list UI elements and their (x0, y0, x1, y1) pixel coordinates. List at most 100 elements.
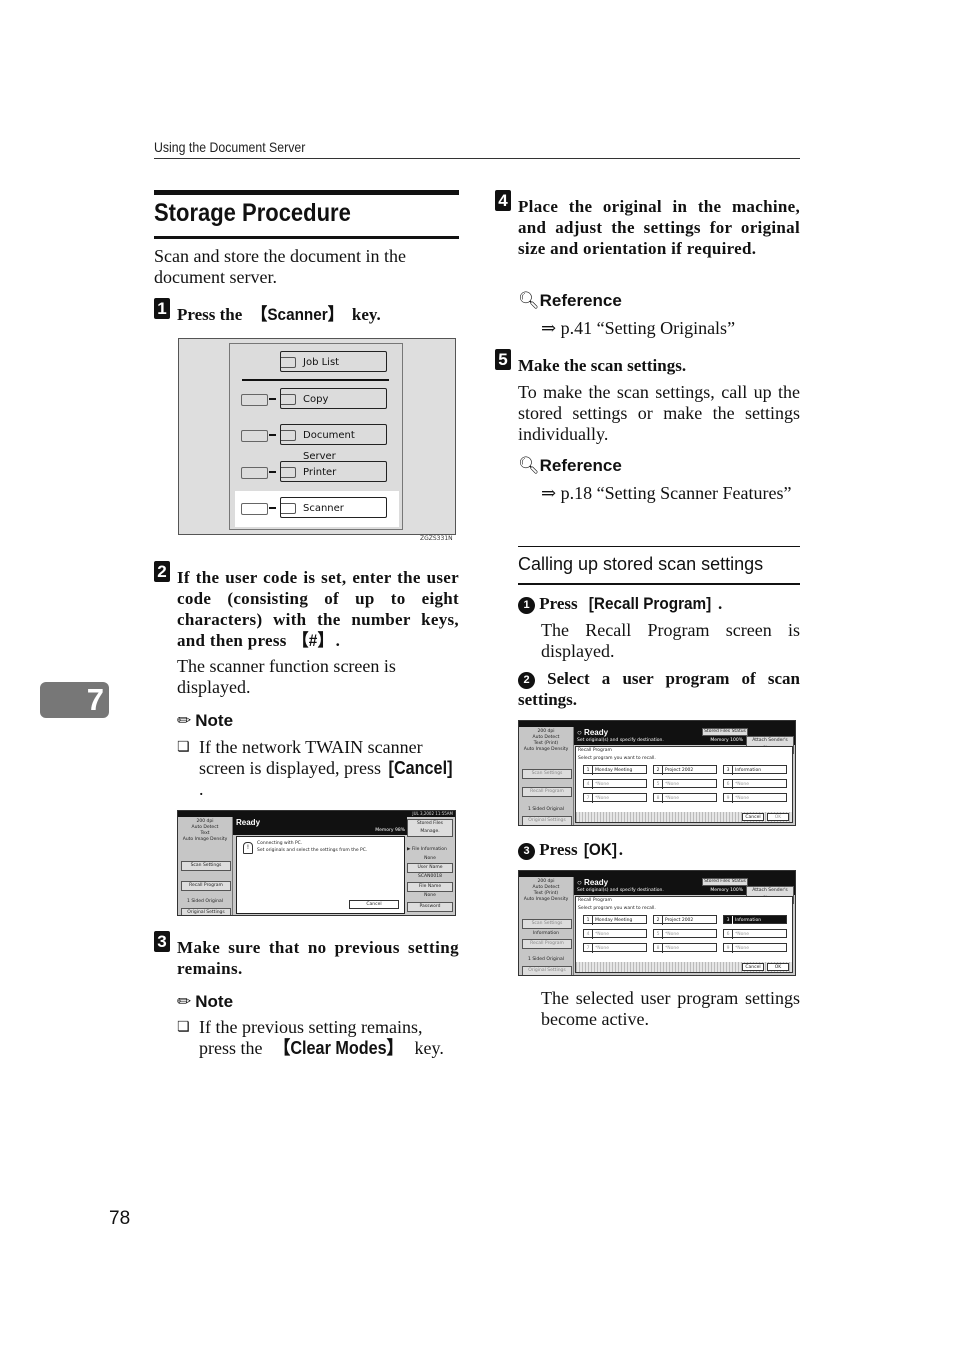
program-number: 9 (724, 794, 733, 803)
step-number-3: 3 (154, 931, 170, 952)
program-button[interactable]: 4 *None (583, 929, 647, 939)
info-icon: ! (243, 842, 253, 854)
original-sided-label: 1 Sided Original (187, 899, 223, 904)
status-subtitle: Set original(s) and specify destination. (577, 888, 664, 893)
program-number: 2 (654, 916, 663, 925)
key-panel-figure: Job List Copy Document Server Printer Sc… (178, 338, 456, 535)
program-number: 4 (584, 930, 593, 939)
program-number: 7 (584, 944, 593, 953)
dialog-cancel-button[interactable]: Cancel (349, 900, 399, 909)
user-name-button[interactable]: User Name (407, 863, 453, 873)
program-button[interactable]: 3 Information (723, 915, 787, 925)
program-button[interactable]: 3 Information (723, 765, 787, 775)
ok-button[interactable]: OK (767, 813, 789, 821)
program-button[interactable]: 9 *None (723, 793, 787, 803)
printer-indicator (241, 467, 268, 479)
program-name: *None (665, 946, 679, 951)
program-button[interactable]: 7 *None (583, 793, 647, 803)
reference-heading-1: 🔍︎Reference (518, 291, 622, 311)
scan-settings-button[interactable]: Scan Settings (522, 919, 572, 929)
program-button[interactable]: 5 *None (653, 779, 717, 789)
program-name: Project 2002 (665, 918, 694, 923)
scanner-key[interactable]: Scanner (280, 497, 387, 518)
dialog-line-2: Set originals and select the settings fr… (257, 848, 368, 853)
ok-key-label: [OK] (583, 840, 617, 859)
program-button[interactable]: 6 *None (723, 929, 787, 939)
figure-code: ZGZS331N (420, 535, 453, 542)
program-name: Monday Meeting (595, 768, 633, 773)
memory-readout: Memory 98% (375, 828, 405, 833)
page-title: Storage Procedure (154, 199, 351, 227)
chapter-tab: 7 (40, 682, 109, 718)
screen-left-pane: 200 dpi Auto Detect Text (Print) Auto Image… (519, 727, 574, 825)
recall-screen-figure: 200 dpi Auto Detect Text (Print) Auto Image… (518, 720, 796, 826)
program-name: *None (665, 796, 679, 801)
left-info: 200 dpi Auto Detect Text Auto Image Dens… (178, 817, 232, 843)
scan-settings-button[interactable]: Scan Settings (181, 861, 231, 871)
program-button[interactable]: 7 *None (583, 943, 647, 953)
cancel-button[interactable]: Cancel (742, 813, 764, 821)
substep-1-body: The Recall Program screen is displayed. (541, 620, 800, 661)
printer-connector (269, 471, 276, 473)
program-button[interactable]: 2 Project 2002 (653, 765, 717, 775)
reference-link-2[interactable]: ⇒ p.18 “Setting Scanner Features” (541, 483, 800, 504)
program-button[interactable]: 9 *None (723, 943, 787, 953)
program-number: 4 (584, 780, 593, 789)
program-button[interactable]: 2 Project 2002 (653, 915, 717, 925)
subsection-title: Calling up stored scan settings (518, 554, 764, 574)
printer-key[interactable]: Printer (280, 461, 387, 482)
closing-text: The selected user program settings becom… (541, 988, 800, 1029)
stored-files-status-button[interactable]: Stored Files Status (702, 878, 748, 886)
program-number: 5 (654, 930, 663, 939)
document-server-connector (269, 434, 276, 436)
program-button[interactable]: 8 *None (653, 943, 717, 953)
note-item-2: ❏ If the previous setting remains, press… (177, 1017, 459, 1059)
program-name: *None (595, 796, 609, 801)
program-name: *None (735, 946, 749, 951)
dialog-line-1: Connecting with PC. (257, 841, 303, 846)
program-name: *None (595, 932, 609, 937)
document-server-key[interactable]: Document Server (280, 424, 387, 462)
file-name-value: SCAN0018 (418, 874, 442, 879)
cancel-button[interactable]: Cancel (742, 963, 764, 971)
scan-settings-button[interactable]: Scan Settings (522, 769, 572, 779)
step-number-4: 4 (495, 190, 511, 211)
step-4-text: Place the original in the machine, and a… (518, 197, 800, 258)
job-list-key[interactable]: Job List (280, 351, 387, 372)
recall-program-button[interactable]: Recall Program (522, 787, 572, 797)
cancel-key-label: [Cancel] (389, 758, 453, 778)
program-button[interactable]: 4 *None (583, 779, 647, 789)
reference-title: Reference (539, 291, 622, 310)
substep-3-pre: Press (539, 840, 582, 859)
program-button[interactable]: 1 Monday Meeting (583, 915, 647, 925)
stored-files-button[interactable]: Stored Files Manage. (407, 819, 453, 837)
subsection-bottom-rule (518, 583, 800, 585)
program-number: 3 (724, 766, 733, 775)
program-button[interactable]: 6 *None (723, 779, 787, 789)
recall-program-button[interactable]: Recall Program (181, 881, 231, 891)
program-name: Information (735, 918, 762, 923)
substep-3-post: . (618, 840, 623, 859)
status-subtitle: Set original(s) and specify destination. (577, 738, 664, 743)
original-settings-button[interactable]: Original Settings (522, 816, 572, 825)
stored-files-status-button[interactable]: Stored Files Status (702, 728, 748, 736)
password-button[interactable]: Password (407, 902, 453, 912)
left-info: 200 dpi Auto Detect Text (Print) Auto Image… (519, 877, 573, 903)
panel-divider (242, 379, 389, 381)
reference-link-1[interactable]: ⇒ p.41 “Setting Originals” (541, 318, 800, 339)
info-density: Auto Image Density (182, 837, 228, 842)
program-button[interactable]: 5 *None (653, 929, 717, 939)
program-number: 8 (654, 794, 663, 803)
program-button[interactable]: 1 Monday Meeting (583, 765, 647, 775)
program-name: *None (595, 946, 609, 951)
original-settings-button[interactable]: Original Settings (181, 908, 231, 915)
copy-key[interactable]: Copy (280, 388, 387, 409)
substep-number-1: 1 (518, 597, 535, 614)
file-name-button[interactable]: File Name (407, 882, 453, 892)
recall-program-button[interactable]: Recall Program (522, 939, 572, 949)
panel-prompt: Select program you want to recall. (578, 906, 656, 911)
ok-button[interactable]: OK (767, 963, 789, 971)
program-button[interactable]: 8 *None (653, 793, 717, 803)
original-settings-button[interactable]: Original Settings (522, 966, 572, 975)
substep-number-2: 2 (518, 672, 535, 689)
